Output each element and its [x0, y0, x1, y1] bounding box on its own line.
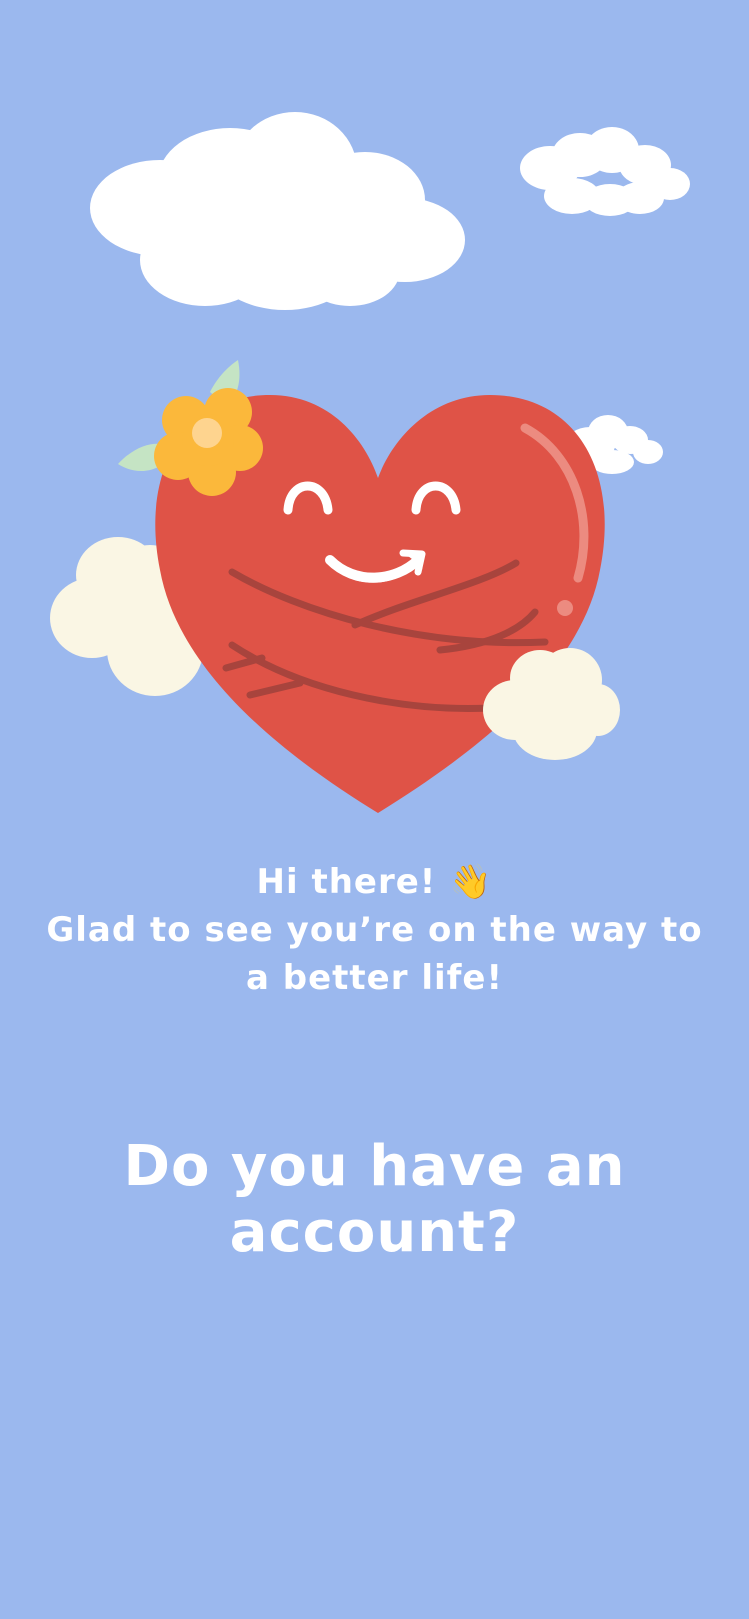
account-question-line-2: account? [229, 1200, 520, 1265]
waving-hand-icon: 👋 [449, 862, 493, 902]
greeting-line-2: Glad to see you’re on the way to [46, 910, 703, 950]
hugging-heart-illustration [50, 112, 690, 813]
account-question-line-1: Do you have an [123, 1134, 626, 1199]
large-cloud-icon [90, 112, 465, 310]
greeting-line-1: Hi there! 👋 [0, 858, 749, 906]
welcome-screen: Hi there! 👋 Glad to see you’re on the wa… [0, 0, 749, 1619]
account-question: Do you have an account? [0, 1134, 749, 1266]
greeting-line-3: a better life! [245, 958, 503, 998]
greeting-message: Hi there! 👋 Glad to see you’re on the wa… [0, 858, 749, 1002]
small-cloud-icon [520, 127, 690, 216]
heart-shine-dot [557, 600, 573, 616]
greeting-hi: Hi there! [256, 862, 437, 902]
